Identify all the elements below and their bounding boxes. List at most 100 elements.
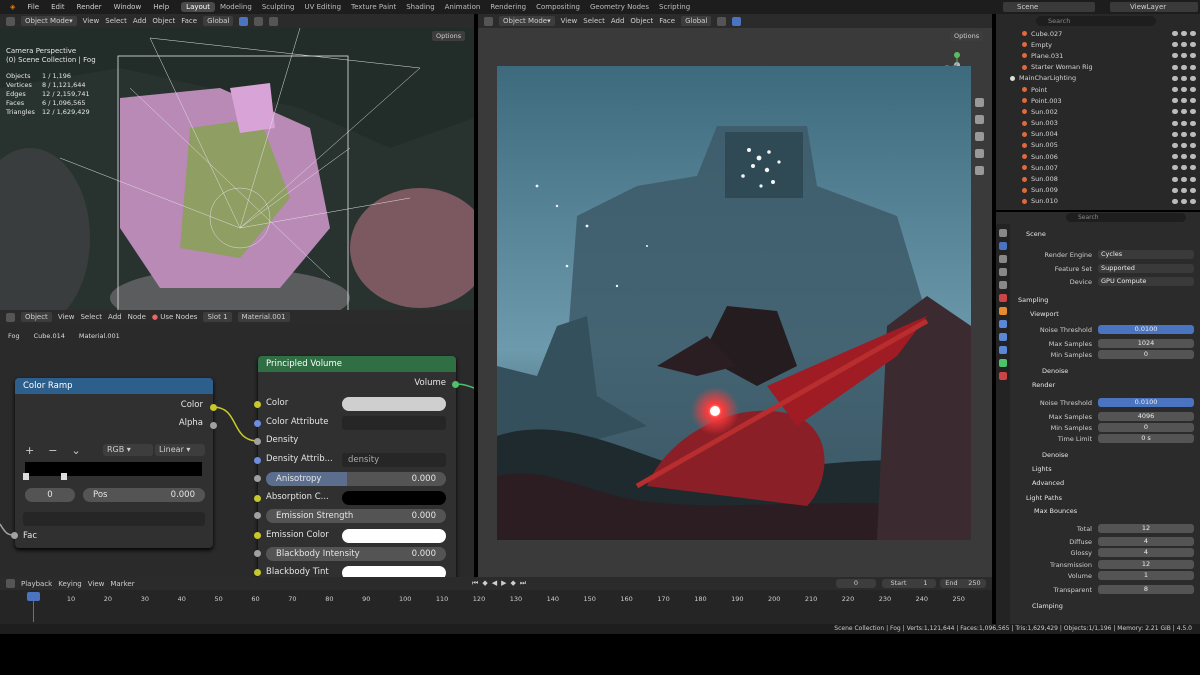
absorption-swatch[interactable]: [342, 491, 446, 505]
max-bounces-subpanel-header[interactable]: Max Bounces: [1034, 507, 1077, 515]
tab-animation[interactable]: Animation: [440, 2, 486, 12]
output-tab-icon[interactable]: [999, 255, 1007, 263]
emission-strength-field[interactable]: Emission Strength 0.000: [266, 509, 446, 523]
outliner-item[interactable]: Sun.006: [996, 151, 1200, 162]
socket-color-attr-in[interactable]: [254, 420, 261, 427]
shading-material-icon[interactable]: [254, 16, 264, 26]
render-menu-view[interactable]: View: [561, 17, 578, 25]
color-ramp-title[interactable]: Color Ramp: [15, 378, 213, 394]
r-noise-threshold-field[interactable]: 0.0100: [1098, 398, 1194, 407]
tab-shading[interactable]: Shading: [401, 2, 439, 12]
socket-anisotropy-in[interactable]: [254, 475, 261, 482]
scene-selector[interactable]: Scene: [1003, 2, 1095, 12]
outliner-collection[interactable]: MainCharLighting: [996, 73, 1200, 84]
node-type-dropdown[interactable]: Object: [21, 312, 52, 322]
playhead-handle[interactable]: [27, 592, 40, 601]
color-swatch[interactable]: [342, 397, 446, 411]
vp-denoise-toggle[interactable]: Denoise: [1042, 367, 1068, 375]
modifier-tab-icon[interactable]: [999, 320, 1007, 328]
physics-tab-icon[interactable]: [999, 346, 1007, 354]
stop-handle-1[interactable]: [61, 473, 67, 480]
scene-tab-icon[interactable]: [999, 281, 1007, 289]
shading-solid-icon[interactable]: [239, 16, 249, 26]
menu-render[interactable]: Render: [71, 3, 108, 11]
outliner-item[interactable]: Sun.003: [996, 118, 1200, 129]
socket-ramp-color[interactable]: [210, 404, 217, 411]
r-denoise-toggle[interactable]: Denoise: [1042, 451, 1068, 459]
tab-layout[interactable]: Layout: [181, 2, 215, 12]
play-icon[interactable]: ▶: [501, 579, 506, 588]
stop-handle-0[interactable]: [23, 473, 29, 480]
outliner-item[interactable]: Sun.002: [996, 106, 1200, 117]
tab-texture-paint[interactable]: Texture Paint: [346, 2, 401, 12]
outliner-item[interactable]: Point.003: [996, 95, 1200, 106]
menu-edit[interactable]: Edit: [45, 3, 71, 11]
outliner-item[interactable]: Sun.008: [996, 173, 1200, 184]
vp-noise-threshold-field[interactable]: 0.0100: [1098, 325, 1194, 334]
socket-ramp-fac[interactable]: [11, 532, 18, 539]
clamping-subpanel-header[interactable]: Clamping: [1032, 602, 1063, 610]
menu-file[interactable]: File: [21, 3, 45, 11]
sampling-panel-header[interactable]: Sampling: [1018, 296, 1048, 304]
vp-max-samples-field[interactable]: 1024: [1098, 339, 1194, 348]
object-tab-icon[interactable]: [999, 307, 1007, 315]
bounce-diffuse-field[interactable]: 4: [1098, 537, 1194, 546]
bounce-total-field[interactable]: 12: [1098, 524, 1194, 533]
menu-help[interactable]: Help: [147, 3, 175, 11]
tab-rendering[interactable]: Rendering: [485, 2, 531, 12]
outliner-item[interactable]: Sun.005: [996, 140, 1200, 151]
ramp-menu-chevron-icon[interactable]: ⌄: [71, 444, 80, 457]
stop-pos-field[interactable]: Pos 0.000: [83, 488, 205, 502]
principled-volume-title[interactable]: Principled Volume: [258, 356, 456, 372]
render-orientation-dropdown[interactable]: Global: [681, 16, 712, 26]
render-shading-rendered-icon[interactable]: [732, 16, 742, 26]
device-dropdown[interactable]: GPU Compute: [1098, 277, 1194, 286]
render-menu-object[interactable]: Object: [630, 17, 653, 25]
pan-hand-icon[interactable]: [975, 115, 984, 124]
node-menu-select[interactable]: Select: [80, 313, 102, 321]
use-nodes-checkbox[interactable]: ● Use Nodes: [152, 313, 198, 321]
lock-icon[interactable]: [975, 149, 984, 158]
grid-icon[interactable]: [975, 166, 984, 175]
menu-view[interactable]: View: [83, 17, 100, 25]
node-editor-type-icon[interactable]: [6, 312, 15, 322]
socket-emission-strength-in[interactable]: [254, 512, 261, 519]
start-frame-field[interactable]: Start 1: [882, 579, 936, 588]
node-menu-view[interactable]: View: [58, 313, 75, 321]
node-editor[interactable]: Fog Cube.014 Material.001 Color Ramp Col…: [0, 324, 474, 577]
density-attribute-field[interactable]: density: [342, 453, 446, 467]
blackbody-intensity-field[interactable]: Blackbody Intensity 0.000: [266, 547, 446, 561]
jump-start-icon[interactable]: ⏮: [472, 579, 478, 588]
jump-end-icon[interactable]: ⏭: [520, 579, 526, 588]
socket-ramp-alpha[interactable]: [210, 422, 217, 429]
outliner-item[interactable]: Empty: [996, 39, 1200, 50]
timeline-menu-view[interactable]: View: [88, 580, 105, 588]
data-tab-icon[interactable]: [999, 359, 1007, 367]
zoom-icon[interactable]: [975, 98, 984, 107]
lights-subpanel-header[interactable]: Lights: [1032, 465, 1052, 473]
advanced-subpanel-header[interactable]: Advanced: [1032, 479, 1064, 487]
r-max-samples-field[interactable]: 4096: [1098, 412, 1194, 421]
anisotropy-slider[interactable]: Anisotropy 0.000: [266, 472, 446, 486]
menu-add[interactable]: Add: [133, 17, 147, 25]
node-menu-node[interactable]: Node: [128, 313, 146, 321]
socket-absorption-in[interactable]: [254, 495, 261, 502]
outliner-item[interactable]: Sun.004: [996, 129, 1200, 140]
menu-window[interactable]: Window: [108, 3, 148, 11]
view-layer-selector[interactable]: ViewLayer: [1110, 2, 1198, 12]
bounce-volume-field[interactable]: 1: [1098, 571, 1194, 580]
socket-blackbody-tint-in[interactable]: [254, 569, 261, 576]
node-menu-add[interactable]: Add: [108, 313, 122, 321]
view-layer-tab-icon[interactable]: [999, 268, 1007, 276]
outliner-item[interactable]: Starter Woman Rig: [996, 62, 1200, 73]
tab-uv-editing[interactable]: UV Editing: [300, 2, 347, 12]
ramp-interp-dropdown[interactable]: Linear ▾: [155, 444, 205, 456]
render-mode-dropdown[interactable]: Object Mode ▾: [499, 16, 555, 26]
timeline-editor-icon[interactable]: [6, 579, 15, 588]
play-reverse-icon[interactable]: ◀: [492, 579, 497, 588]
socket-density-in[interactable]: [254, 438, 261, 445]
add-stop-icon[interactable]: +: [25, 444, 34, 457]
material-selector[interactable]: Material.001: [237, 312, 290, 322]
feature-set-dropdown[interactable]: Supported: [1098, 264, 1194, 273]
time-limit-field[interactable]: 0 s: [1098, 434, 1194, 443]
